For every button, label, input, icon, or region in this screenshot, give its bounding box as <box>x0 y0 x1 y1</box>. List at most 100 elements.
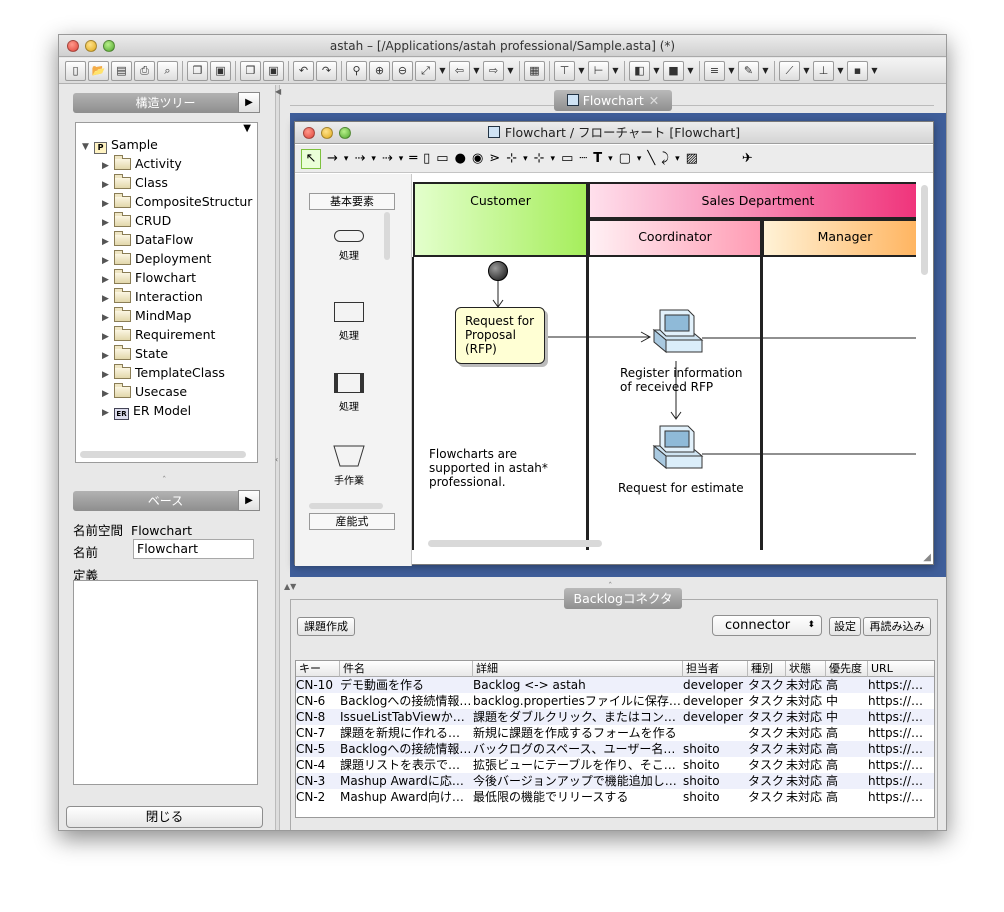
chevron-down-icon[interactable]: ▼ <box>577 61 586 81</box>
create-issue-button[interactable]: 課題作成 <box>297 617 355 636</box>
final-node-tool-icon[interactable]: ◉ <box>472 151 483 166</box>
column-header-detail[interactable]: 詳細 <box>473 661 683 677</box>
grid-icon[interactable]: ▦ <box>524 60 545 81</box>
flow-final-tool-icon[interactable]: ⋗ <box>489 151 500 166</box>
tree-item[interactable]: ▶ Activity <box>102 154 182 173</box>
tree-root-item[interactable]: ▼ P Sample <box>82 135 158 154</box>
redo-icon[interactable]: ↷ <box>316 60 337 81</box>
resize-grip-icon[interactable]: ◢ <box>923 552 931 563</box>
minimize-diagram-button[interactable] <box>321 127 333 139</box>
curve-tool-icon[interactable]: ⤸ <box>661 151 669 166</box>
column-header-subject[interactable]: 件名 <box>340 661 473 677</box>
text-tool-icon[interactable]: T <box>593 151 602 166</box>
palette-item-process[interactable]: 処理 <box>319 302 379 342</box>
vertical-splitter[interactable]: ◀ ‹ <box>275 85 281 830</box>
palette-item-predefined-process[interactable]: 処理 <box>319 373 379 413</box>
cell-url[interactable]: https://… <box>868 773 934 789</box>
new-file-icon[interactable]: ▯ <box>65 60 86 81</box>
tree-item[interactable]: ▶ CompositeStructur <box>102 192 252 211</box>
table-row[interactable]: CN-7 課題を新規に作れる… 新規に課題を作成するフォームを作る タスク 未対… <box>296 725 934 741</box>
search-icon[interactable]: ⚲ <box>346 60 367 81</box>
cell-url[interactable]: https://… <box>868 677 934 693</box>
chevron-down-icon[interactable]: ▼ <box>611 61 620 81</box>
chevron-down-icon[interactable]: ▾ <box>344 154 349 164</box>
note-text[interactable]: Flowcharts are supported in astah* profe… <box>429 447 579 489</box>
play-icon[interactable]: ▶ <box>238 92 260 113</box>
chevron-down-icon[interactable]: ▼ <box>727 61 736 81</box>
splitter-handle-icon[interactable]: ˆ <box>162 476 167 486</box>
reload-button[interactable]: 再読み込み <box>863 617 931 636</box>
bring-front-icon[interactable]: ◧ <box>629 60 650 81</box>
zoom-diagram-button[interactable] <box>339 127 351 139</box>
column-header-status[interactable]: 状態 <box>786 661 826 677</box>
chevron-down-icon[interactable]: ▼ <box>802 61 811 81</box>
print-preview-icon[interactable]: ⌕ <box>157 60 178 81</box>
palette-footer[interactable]: 産能式 <box>309 513 395 530</box>
join-tool-icon[interactable]: ⊹ <box>534 151 545 166</box>
table-row[interactable]: CN-3 Mashup Awardに応… 今後バージョンアップで機能追加し… s… <box>296 773 934 789</box>
chevron-down-icon[interactable]: ▾ <box>637 154 642 164</box>
cell-url[interactable]: https://… <box>868 741 934 757</box>
back-icon[interactable]: ⇦ <box>449 60 470 81</box>
tree-item[interactable]: ▶ Flowchart <box>102 268 196 287</box>
chevron-down-icon[interactable]: ▾ <box>608 154 613 164</box>
chevron-down-icon[interactable]: ▼ <box>686 61 695 81</box>
column-header-type[interactable]: 種別 <box>748 661 786 677</box>
chevron-down-icon[interactable]: ▼ <box>761 61 770 81</box>
column-header-key[interactable]: キー <box>296 661 340 677</box>
computer-icon[interactable] <box>650 306 704 362</box>
close-window-button[interactable] <box>67 40 79 52</box>
column-header-priority[interactable]: 優先度 <box>826 661 868 677</box>
minimize-window-button[interactable] <box>85 40 97 52</box>
collapse-arrows-icon[interactable]: ▲▼ <box>284 582 296 591</box>
zoom-window-button[interactable] <box>103 40 115 52</box>
paste-icon[interactable]: ▣ <box>210 60 231 81</box>
tree-item[interactable]: ▶ DataFlow <box>102 230 193 249</box>
chevron-down-icon[interactable]: ▾ <box>675 154 680 164</box>
cell-url[interactable]: https://… <box>868 725 934 741</box>
line-color-icon[interactable]: ✎ <box>738 60 759 81</box>
double-line-tool-icon[interactable]: ═ <box>409 151 417 166</box>
table-row[interactable]: CN-5 Backlogへの接続情報… バックログのスペース、ユーザー名… sh… <box>296 741 934 757</box>
settings-button[interactable]: 設定 <box>829 617 861 636</box>
play-icon[interactable]: ▶ <box>238 490 260 511</box>
line-tool-icon[interactable]: ╲ <box>647 151 655 166</box>
tree-item[interactable]: ▶ Deployment <box>102 249 211 268</box>
chevron-down-icon[interactable]: ▾ <box>371 154 376 164</box>
chevron-down-icon[interactable]: ▼ <box>652 61 661 81</box>
chevron-down-icon[interactable]: ▼ <box>870 61 879 81</box>
connector-select[interactable]: connector ⬍ <box>712 615 822 636</box>
tree-item[interactable]: ▶ State <box>102 344 168 363</box>
diagram-canvas[interactable]: Customer Sales Department Coordinator Ma… <box>412 174 916 550</box>
image-tool-icon[interactable]: ▨ <box>686 151 698 166</box>
collapse-left-icon[interactable]: ◀ <box>275 87 281 96</box>
palette-horizontal-scrollbar[interactable] <box>309 503 383 509</box>
tree-item[interactable]: ▶ ER ER Model <box>102 401 191 420</box>
tree-item[interactable]: ▶ MindMap <box>102 306 192 325</box>
column-header-url[interactable]: URL <box>868 661 934 677</box>
cell-url[interactable]: https://… <box>868 789 934 805</box>
canvas-vertical-scrollbar[interactable] <box>921 185 928 275</box>
table-row[interactable]: CN-10 デモ動画を作る Backlog <-> astah develope… <box>296 677 934 693</box>
align-top-icon[interactable]: ⊤ <box>554 60 575 81</box>
cell-url[interactable]: https://… <box>868 693 934 709</box>
table-row[interactable]: CN-4 課題リストを表示で… 拡張ビューにテーブルを作り、そこ… shoito… <box>296 757 934 773</box>
canvas-horizontal-scrollbar[interactable] <box>428 540 602 547</box>
palette-header[interactable]: 基本要素 <box>309 193 395 210</box>
tree-item[interactable]: ▶ TemplateClass <box>102 363 225 382</box>
node-rfp[interactable]: Request for Proposal (RFP) <box>455 307 545 364</box>
copy-style-icon[interactable]: ❐ <box>240 60 261 81</box>
initial-node[interactable] <box>488 261 508 281</box>
table-row[interactable]: CN-2 Mashup Award向け… 最低限の機能でリリースする shoit… <box>296 789 934 805</box>
zoom-out-icon[interactable]: ⊖ <box>392 60 413 81</box>
tree-layout-icon[interactable]: ⊥ <box>813 60 834 81</box>
close-button[interactable]: 閉じる <box>66 806 263 828</box>
select-tool-icon[interactable]: ↖ <box>301 148 321 169</box>
fork-tool-icon[interactable]: ⊹ <box>506 151 517 166</box>
vertical-partition-tool-icon[interactable]: ▯ <box>423 151 430 166</box>
tree-menu-chevron-icon[interactable]: ▼ <box>243 123 251 134</box>
chevron-down-icon[interactable]: ▼ <box>472 61 481 81</box>
base-panel-header[interactable]: ベース ▶ <box>73 490 260 511</box>
print-icon[interactable]: ⎙ <box>134 60 155 81</box>
layout-icon[interactable]: ▪ <box>847 60 868 81</box>
